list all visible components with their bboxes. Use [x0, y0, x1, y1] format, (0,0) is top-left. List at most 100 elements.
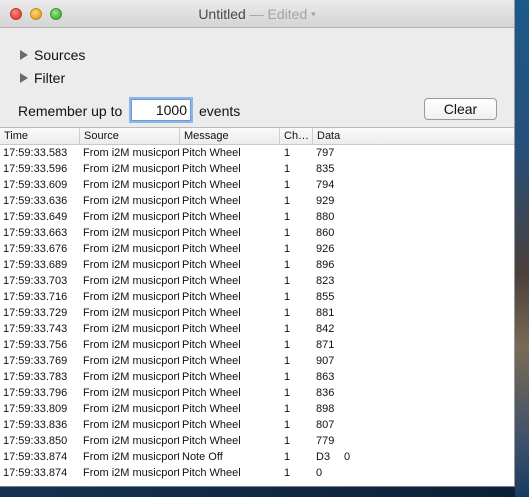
time-cell: 17:59:33.649	[3, 211, 68, 223]
data-extra-cell	[344, 209, 374, 225]
column-header-source[interactable]: Source	[80, 128, 180, 144]
table-row[interactable]: 17:59:33.769 From i2M musicport Pitch Whee…	[0, 353, 514, 369]
channel-cell: 1	[284, 227, 291, 239]
table-row[interactable]: 17:59:33.783 From i2M musicport Pitch Whee…	[0, 369, 514, 385]
column-header-message[interactable]: Message	[180, 128, 280, 144]
channel-cell: 1	[284, 275, 291, 287]
table-row[interactable]: 17:59:33.756 From i2M musicport Pitch Whee…	[0, 337, 514, 353]
channel-cell: 1	[284, 419, 291, 431]
disclosure-triangle-icon[interactable]	[20, 73, 28, 83]
table-row[interactable]: 17:59:33.649 From i2M musicport Pitch Whee…	[0, 209, 514, 225]
time-cell: 17:59:33.676	[3, 243, 68, 255]
channel-cell: 1	[284, 243, 291, 255]
table-row[interactable]: 17:59:33.874 From i2M musicport Note Off 1 D…	[0, 449, 514, 465]
data-cell: 0	[316, 467, 323, 479]
message-cell: Pitch Wheel	[182, 419, 241, 431]
message-cell: Note Off	[182, 451, 223, 463]
table-row[interactable]: 17:59:33.689 From i2M musicport Pitch Whee…	[0, 257, 514, 273]
table-row[interactable]: 17:59:33.609 From i2M musicport Pitch Whee…	[0, 177, 514, 193]
filter-disclosure[interactable]: Filter	[20, 70, 65, 86]
time-cell: 17:59:33.703	[3, 275, 68, 287]
table-row[interactable]: 17:59:33.596 From i2M musicport Pitch Whee…	[0, 161, 514, 177]
data-extra-cell	[344, 401, 374, 417]
source-cell: From i2M musicport	[83, 387, 179, 399]
desktop-background	[515, 0, 529, 497]
remember-label: Remember up to	[18, 103, 123, 119]
table-row[interactable]: 17:59:33.809 From i2M musicport Pitch Whee…	[0, 401, 514, 417]
data-cell: 835	[316, 163, 335, 175]
sources-label: Sources	[34, 47, 86, 63]
data-extra-cell	[344, 305, 374, 321]
message-cell: Pitch Wheel	[182, 259, 241, 271]
channel-cell: 1	[284, 211, 291, 223]
data-cell: 898	[316, 403, 335, 415]
data-extra-cell	[344, 385, 374, 401]
message-cell: Pitch Wheel	[182, 323, 241, 335]
table-row[interactable]: 17:59:33.836 From i2M musicport Pitch Whee…	[0, 417, 514, 433]
channel-cell: 1	[284, 403, 291, 415]
time-cell: 17:59:33.769	[3, 355, 68, 367]
source-cell: From i2M musicport	[83, 211, 179, 223]
events-table[interactable]: Time Source Message Ch… Data 17:59:33.58…	[0, 127, 514, 486]
message-cell: Pitch Wheel	[182, 435, 241, 447]
table-row[interactable]: 17:59:33.663 From i2M musicport Pitch Whee…	[0, 225, 514, 241]
message-cell: Pitch Wheel	[182, 195, 241, 207]
channel-cell: 1	[284, 259, 291, 271]
data-extra-cell	[344, 353, 374, 369]
source-cell: From i2M musicport	[83, 163, 179, 175]
time-cell: 17:59:33.609	[3, 179, 68, 191]
time-cell: 17:59:33.596	[3, 163, 68, 175]
source-cell: From i2M musicport	[83, 291, 179, 303]
table-row[interactable]: 17:59:33.583 From i2M musicport Pitch Whee…	[0, 145, 514, 161]
time-cell: 17:59:33.809	[3, 403, 68, 415]
time-cell: 17:59:33.743	[3, 323, 68, 335]
table-row[interactable]: 17:59:33.716 From i2M musicport Pitch Whee…	[0, 289, 514, 305]
time-cell: 17:59:33.663	[3, 227, 68, 239]
clear-button[interactable]: Clear	[424, 98, 497, 120]
edited-status[interactable]: — Edited	[250, 6, 308, 22]
data-cell: 860	[316, 227, 335, 239]
message-cell: Pitch Wheel	[182, 355, 241, 367]
channel-cell: 1	[284, 339, 291, 351]
data-extra-cell	[344, 161, 374, 177]
event-count-field[interactable]	[131, 99, 191, 121]
data-cell: 871	[316, 339, 335, 351]
table-row[interactable]: 17:59:33.796 From i2M musicport Pitch Whee…	[0, 385, 514, 401]
table-row[interactable]: 17:59:33.729 From i2M musicport Pitch Whee…	[0, 305, 514, 321]
message-cell: Pitch Wheel	[182, 227, 241, 239]
table-row[interactable]: 17:59:33.676 From i2M musicport Pitch Whee…	[0, 241, 514, 257]
column-header-channel[interactable]: Ch…	[280, 128, 313, 144]
column-header-time[interactable]: Time	[0, 128, 80, 144]
title-bar[interactable]: Untitled — Edited ▾	[0, 0, 514, 28]
column-header-data[interactable]: Data	[313, 128, 514, 144]
table-row[interactable]: 17:59:33.703 From i2M musicport Pitch Whee…	[0, 273, 514, 289]
data-extra-cell	[344, 465, 374, 481]
midi-monitor-window: Untitled — Edited ▾ Sources Filter Remem…	[0, 0, 515, 487]
source-cell: From i2M musicport	[83, 227, 179, 239]
time-cell: 17:59:33.874	[3, 467, 68, 479]
disclosure-triangle-icon[interactable]	[20, 50, 28, 60]
channel-cell: 1	[284, 467, 291, 479]
chevron-down-icon[interactable]: ▾	[311, 9, 316, 19]
sources-disclosure[interactable]: Sources	[20, 47, 85, 63]
data-cell: 896	[316, 259, 335, 271]
events-label: events	[199, 103, 241, 119]
data-cell: 855	[316, 291, 335, 303]
table-row[interactable]: 17:59:33.743 From i2M musicport Pitch Whee…	[0, 321, 514, 337]
source-cell: From i2M musicport	[83, 403, 179, 415]
source-cell: From i2M musicport	[83, 355, 179, 367]
data-cell: 842	[316, 323, 335, 335]
data-extra-cell	[344, 145, 374, 161]
time-cell: 17:59:33.716	[3, 291, 68, 303]
data-extra-cell	[344, 337, 374, 353]
table-row[interactable]: 17:59:33.874 From i2M musicport Pitch Whee…	[0, 465, 514, 481]
table-row[interactable]: 17:59:33.850 From i2M musicport Pitch Whee…	[0, 433, 514, 449]
data-extra-cell	[344, 225, 374, 241]
data-cell: 823	[316, 275, 335, 287]
data-extra-cell	[344, 369, 374, 385]
table-row[interactable]: 17:59:33.636 From i2M musicport Pitch Whee…	[0, 193, 514, 209]
time-cell: 17:59:33.836	[3, 419, 68, 431]
source-cell: From i2M musicport	[83, 419, 179, 431]
source-cell: From i2M musicport	[83, 307, 179, 319]
time-cell: 17:59:33.796	[3, 387, 68, 399]
